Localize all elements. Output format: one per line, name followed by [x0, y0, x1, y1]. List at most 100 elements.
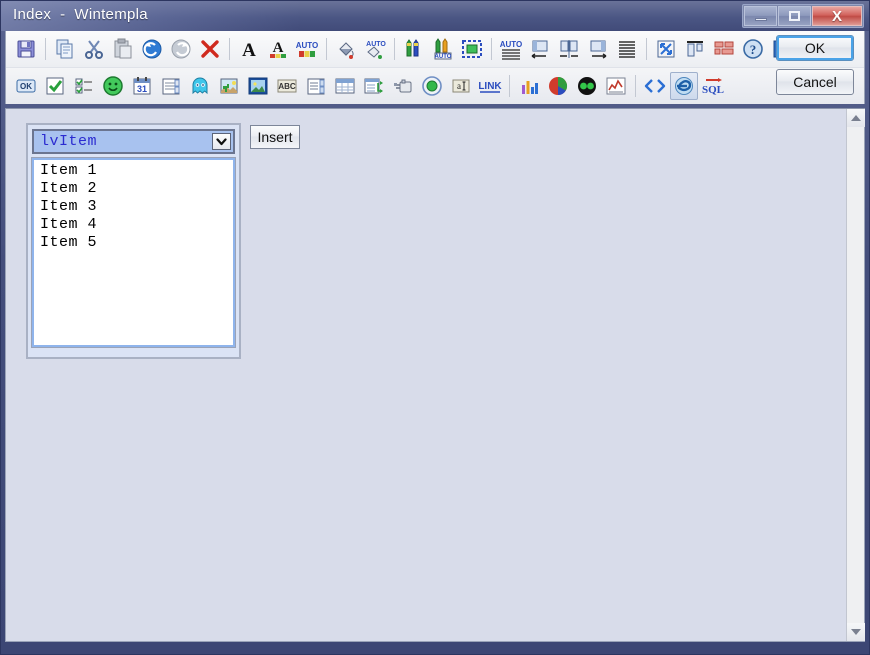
image-cactus-icon[interactable]: [215, 72, 243, 100]
picture-icon[interactable]: [244, 72, 272, 100]
pie-chart-icon[interactable]: [544, 72, 572, 100]
justify-icon[interactable]: [613, 35, 641, 63]
browser-icon[interactable]: [670, 72, 698, 100]
save-icon[interactable]: [12, 35, 40, 63]
line-chart-icon[interactable]: [602, 72, 630, 100]
close-icon: X: [831, 7, 842, 25]
svg-text:SQL: SQL: [702, 84, 724, 96]
redo-icon[interactable]: [167, 35, 195, 63]
copy-icon[interactable]: [51, 35, 79, 63]
scroll-up-arrow[interactable]: [847, 109, 865, 127]
svg-text:31: 31: [137, 84, 147, 94]
dialog-actions: OK Cancel: [776, 35, 856, 103]
ok-button-icon[interactable]: OK: [12, 72, 40, 100]
cancel-button[interactable]: Cancel: [776, 69, 854, 95]
control-selector-combo[interactable]: lvItem: [32, 129, 235, 154]
align-right-icon[interactable]: [584, 35, 612, 63]
client-area: lvItem Item 1 Item 2 Item 3 Item 4 Item …: [5, 108, 865, 642]
svg-text:AUTO: AUTO: [435, 54, 452, 60]
auto-fill-icon[interactable]: AUTO: [361, 35, 389, 63]
calendar-icon[interactable]: 31: [128, 72, 156, 100]
font-color-icon[interactable]: A: [264, 35, 292, 63]
auto-color-icon[interactable]: AUTO: [293, 35, 321, 63]
close-button[interactable]: X: [812, 6, 862, 26]
list-item[interactable]: Item 4: [36, 216, 233, 234]
toolbar-separator: [229, 38, 230, 60]
svg-text:A: A: [273, 40, 284, 56]
svg-text:ABC: ABC: [278, 82, 296, 91]
control-panel: lvItem Item 1 Item 2 Item 3 Item 4 Item …: [26, 123, 241, 359]
code-icon[interactable]: [641, 72, 669, 100]
paste-icon[interactable]: [109, 35, 137, 63]
smiley-icon[interactable]: [99, 72, 127, 100]
scroll-up-icon: [851, 115, 861, 121]
align-left-icon[interactable]: [526, 35, 554, 63]
window-controls: X: [742, 4, 864, 28]
combo-selected-value: lvItem: [40, 133, 98, 150]
list-item[interactable]: Item 3: [36, 198, 233, 216]
svg-text:AUTO: AUTO: [366, 41, 386, 48]
chevron-down-icon[interactable]: [212, 133, 231, 150]
align-center-icon[interactable]: [555, 35, 583, 63]
list-item[interactable]: Item 5: [36, 234, 233, 252]
svg-text:LINK: LINK: [478, 81, 502, 92]
items-listbox[interactable]: Item 1 Item 2 Item 3 Item 4 Item 5: [31, 157, 236, 348]
ok-button[interactable]: OK: [776, 35, 854, 61]
svg-text:a: a: [457, 81, 461, 91]
application-window: Index - Wintempla X A A AUTO AUTO AUTO A…: [0, 0, 870, 655]
radio-button-icon[interactable]: [418, 72, 446, 100]
cut-icon[interactable]: [80, 35, 108, 63]
text-field-icon[interactable]: a: [447, 72, 475, 100]
minimize-icon: [754, 18, 767, 21]
toolbar-separator: [45, 38, 46, 60]
svg-text:AUTO: AUTO: [500, 40, 522, 49]
sql-icon[interactable]: SQL: [699, 72, 727, 100]
selection-box-icon[interactable]: [458, 35, 486, 63]
pens-icon[interactable]: [400, 35, 428, 63]
resize-icon[interactable]: [652, 35, 680, 63]
database-icon[interactable]: [389, 72, 417, 100]
help-icon[interactable]: ?: [739, 35, 767, 63]
minimize-button[interactable]: [744, 6, 777, 26]
ghost-icon[interactable]: [186, 72, 214, 100]
pens-auto-icon[interactable]: AUTO: [429, 35, 457, 63]
delete-icon[interactable]: [196, 35, 224, 63]
tree-view-icon[interactable]: [360, 72, 388, 100]
spin-list-icon[interactable]: [157, 72, 185, 100]
bar-chart-icon[interactable]: [515, 72, 543, 100]
auto-lines-icon[interactable]: AUTO: [497, 35, 525, 63]
undo-icon[interactable]: [138, 35, 166, 63]
toolbar-separator: [509, 75, 510, 97]
title-bar[interactable]: Index - Wintempla X: [1, 1, 869, 31]
toolbar-separator: [635, 75, 636, 97]
checkbox-icon[interactable]: [41, 72, 69, 100]
svg-text:A: A: [242, 40, 256, 60]
listview-icon[interactable]: [331, 72, 359, 100]
svg-text:?: ?: [750, 42, 757, 57]
fill-bucket-icon[interactable]: [332, 35, 360, 63]
abc-icon[interactable]: ABC: [273, 72, 301, 100]
font-bold-icon[interactable]: A: [235, 35, 263, 63]
design-canvas[interactable]: lvItem Item 1 Item 2 Item 3 Item 4 Item …: [6, 109, 846, 641]
maximize-button[interactable]: [778, 6, 811, 26]
window-title: Index - Wintempla: [13, 6, 148, 23]
list-item[interactable]: Item 2: [36, 180, 233, 198]
toolbar-separator: [491, 38, 492, 60]
align-top-icon[interactable]: [681, 35, 709, 63]
maximize-icon: [789, 11, 800, 21]
toolbar-area: A A AUTO AUTO AUTO AUTO ? OK 31 ABC a LI…: [5, 31, 865, 104]
listbox-icon[interactable]: [302, 72, 330, 100]
scroll-down-arrow[interactable]: [847, 623, 865, 641]
circles-icon[interactable]: [573, 72, 601, 100]
list-item[interactable]: Item 1: [36, 162, 233, 180]
insert-button[interactable]: Insert: [250, 125, 300, 149]
toolbar-separator: [646, 38, 647, 60]
link-icon[interactable]: LINK: [476, 72, 504, 100]
grid-layout-icon[interactable]: [710, 35, 738, 63]
checklist-icon[interactable]: [70, 72, 98, 100]
svg-text:OK: OK: [20, 82, 32, 91]
toolbar-row-2: OK 31 ABC a LINK SQL: [6, 67, 864, 104]
vertical-scrollbar[interactable]: [846, 109, 865, 641]
toolbar-separator: [394, 38, 395, 60]
scroll-down-icon: [851, 629, 861, 635]
